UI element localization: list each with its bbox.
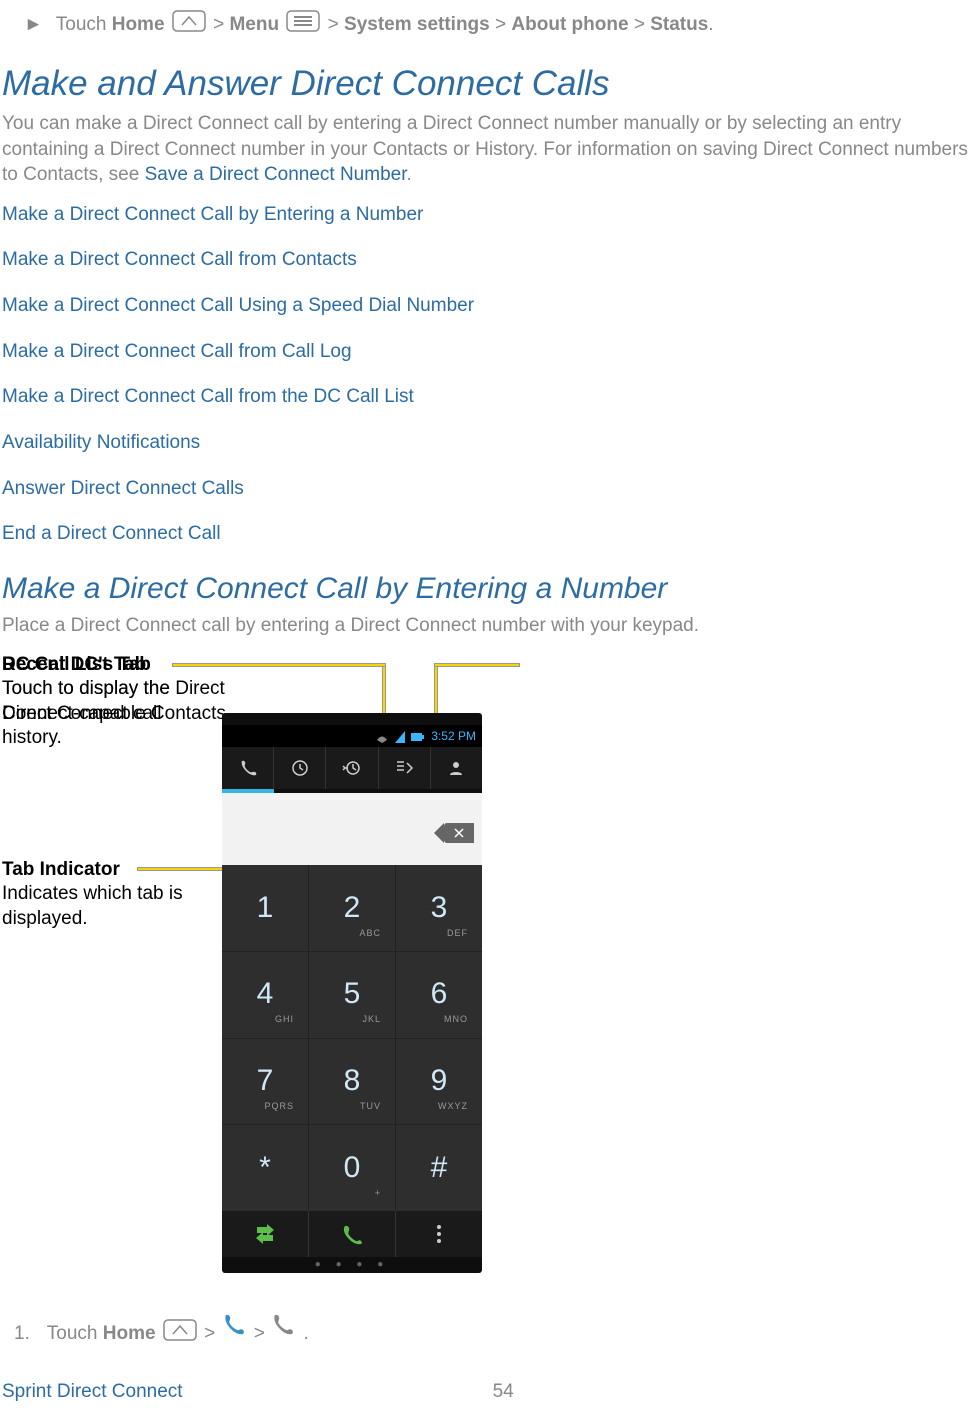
gt: > — [634, 14, 650, 35]
dial-input-area[interactable] — [222, 793, 482, 865]
tab-dc-list[interactable] — [379, 747, 431, 789]
status-label: Status — [650, 14, 708, 35]
footer-title: Sprint Direct Connect — [2, 1379, 183, 1405]
link-item[interactable]: End a Direct Connect Call — [2, 523, 221, 544]
period: . — [708, 14, 713, 35]
step-number: 1. — [14, 1323, 30, 1344]
tab-dialer[interactable] — [222, 747, 274, 789]
ap-label: About phone — [511, 14, 628, 35]
dc-list-icon — [394, 759, 414, 777]
instruction-bullet: ► Touch Home > Menu > System settings > … — [24, 10, 969, 40]
link-item[interactable]: Make a Direct Connect Call from Contacts — [2, 249, 357, 270]
history-icon — [342, 759, 362, 777]
dc-arrow-icon — [254, 1223, 276, 1245]
tab-row — [222, 747, 482, 789]
subsection-heading: Make a Direct Connect Call by Entering a… — [2, 569, 969, 610]
ss-label: System settings — [344, 14, 490, 35]
home-label: Home — [112, 14, 165, 35]
phone-icon — [341, 1223, 363, 1245]
link-list: Make a Direct Connect Call by Entering a… — [2, 202, 969, 547]
link-save-dc-number[interactable]: Save a Direct Connect Number — [145, 164, 407, 185]
backspace-button[interactable] — [444, 823, 474, 843]
status-bar: 3:52 PM — [222, 725, 482, 747]
intro-paragraph: You can make a Direct Connect call by en… — [2, 111, 969, 188]
gt: > — [204, 1323, 220, 1344]
key-9[interactable]: 9WXYZ — [396, 1039, 482, 1125]
text: . — [406, 164, 411, 185]
key-1[interactable]: 1 — [222, 865, 308, 951]
key-4[interactable]: 4GHI — [222, 952, 308, 1038]
tab-contacts[interactable] — [431, 747, 482, 789]
dc-call-button[interactable] — [222, 1211, 309, 1257]
tab-recents[interactable] — [274, 747, 326, 789]
key-star[interactable]: * — [222, 1125, 308, 1211]
link-item[interactable]: Availability Notifications — [2, 432, 200, 453]
home-icon — [172, 10, 206, 40]
clock-icon — [291, 759, 309, 777]
page-footer: Sprint Direct Connect 54 — [2, 1379, 969, 1405]
dialer-tab-icon — [270, 1323, 303, 1344]
key-2[interactable]: 2ABC — [309, 865, 395, 951]
wifi-icon — [376, 731, 388, 743]
callout-desc: Touch to display the Direct Connect-capa… — [2, 677, 242, 726]
text: Touch — [47, 1323, 103, 1344]
link-item[interactable]: Make a Direct Connect Call by Entering a… — [2, 204, 423, 225]
contact-icon — [447, 759, 465, 777]
link-item[interactable]: Answer Direct Connect Calls — [2, 478, 244, 499]
key-5[interactable]: 5JKL — [309, 952, 395, 1038]
pointer-line — [172, 663, 386, 667]
link-item[interactable]: Make a Direct Connect Call from Call Log — [2, 341, 352, 362]
overflow-icon — [436, 1224, 442, 1244]
gt: > — [495, 14, 511, 35]
key-3[interactable]: 3DEF — [396, 865, 482, 951]
gt: > — [254, 1323, 270, 1344]
link-item[interactable]: Make a Direct Connect Call from the DC C… — [2, 386, 414, 407]
callout-desc: Indicates which tab is displayed. — [2, 882, 202, 931]
period: . — [303, 1323, 308, 1344]
diagram: Recent DC's Tab Touch to display the Dir… — [2, 653, 772, 1293]
subsection-paragraph: Place a Direct Connect call by entering … — [2, 613, 969, 639]
key-8[interactable]: 8TUV — [309, 1039, 395, 1125]
close-icon — [454, 828, 464, 838]
pointer-line — [434, 663, 520, 667]
phone-icon — [239, 759, 257, 777]
phone-app-icon — [221, 1323, 254, 1344]
gt: > — [213, 14, 229, 35]
clock: 3:52 PM — [431, 729, 476, 743]
tab-recent-dc[interactable] — [326, 747, 378, 789]
pagination-dots: ● ● ● ● — [222, 1258, 482, 1272]
menu-icon — [286, 10, 320, 40]
callout-title: Tab Indicator — [2, 859, 120, 880]
key-6[interactable]: 6MNO — [396, 952, 482, 1038]
key-hash[interactable]: # — [396, 1125, 482, 1211]
bottom-action-row — [222, 1211, 482, 1257]
voice-call-button[interactable] — [309, 1211, 396, 1257]
section-heading: Make and Answer Direct Connect Calls — [2, 60, 969, 107]
signal-icon — [395, 731, 405, 743]
key-0[interactable]: 0+ — [309, 1125, 395, 1211]
home-icon — [163, 1319, 197, 1349]
keypad: 1 2ABC 3DEF 4GHI 5JKL 6MNO 7PQRS 8TUV 9W… — [222, 865, 482, 1211]
key-7[interactable]: 7PQRS — [222, 1039, 308, 1125]
arrow-icon: ► — [24, 14, 43, 35]
page-number: 54 — [493, 1379, 514, 1405]
menu-label: Menu — [229, 14, 279, 35]
overflow-button[interactable] — [396, 1211, 482, 1257]
link-item[interactable]: Make a Direct Connect Call Using a Speed… — [2, 295, 474, 316]
home-label: Home — [103, 1323, 156, 1344]
step-1: 1. Touch Home > > . — [14, 1311, 969, 1349]
gt: > — [328, 14, 344, 35]
text: Touch — [56, 14, 112, 35]
battery-icon — [411, 732, 425, 742]
phone-screenshot: 3:52 PM — [222, 713, 482, 1273]
